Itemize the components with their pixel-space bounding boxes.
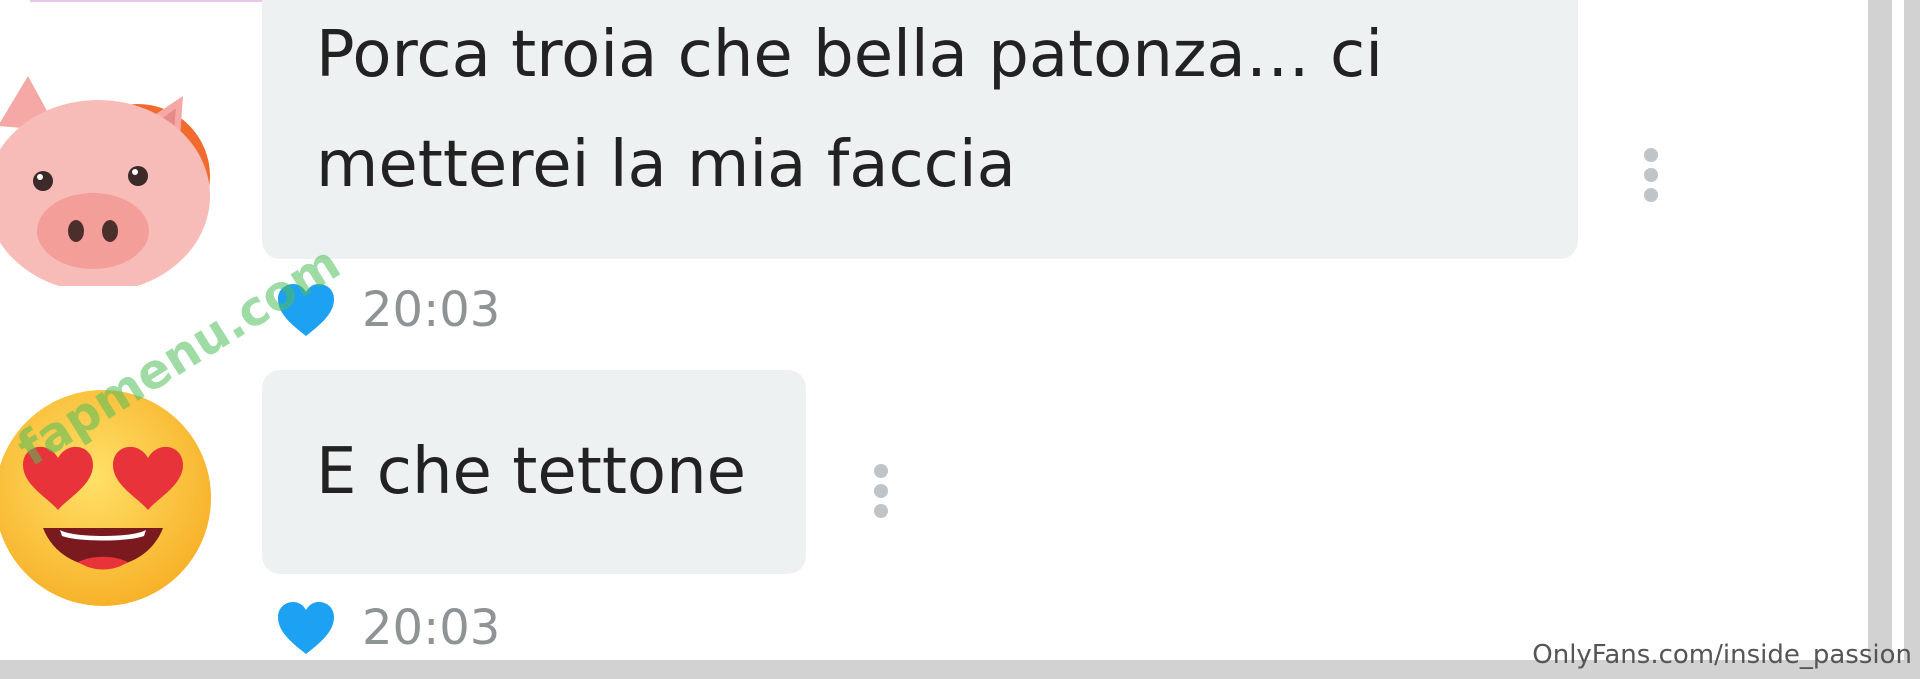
- message-text: Porca troia che bella patonza… ci metter…: [316, 18, 1383, 202]
- message-bubble[interactable]: E che tettone: [262, 370, 806, 574]
- message-text: E che tettone: [316, 435, 746, 509]
- pig-face-icon[interactable]: [0, 56, 218, 286]
- source-credit: OnlyFans.com/inside_passion: [1532, 640, 1912, 670]
- message-bubble[interactable]: Porca troia che bella patonza… ci metter…: [262, 0, 1578, 259]
- heart-like-icon[interactable]: [276, 600, 336, 656]
- message-timestamp: 20:03: [362, 282, 501, 338]
- message-timestamp: 20:03: [362, 600, 501, 656]
- heart-like-icon[interactable]: [276, 282, 336, 338]
- message-meta: 20:03: [276, 598, 500, 658]
- more-options-icon[interactable]: [874, 464, 890, 520]
- top-tab-indicator: [30, 0, 280, 2]
- scrollbar-track[interactable]: [1868, 0, 1892, 679]
- more-options-icon[interactable]: [1644, 148, 1660, 204]
- message-meta: 20:03: [276, 280, 500, 340]
- heart-eyes-emoji-icon[interactable]: [0, 380, 218, 610]
- window-border: [1904, 0, 1920, 679]
